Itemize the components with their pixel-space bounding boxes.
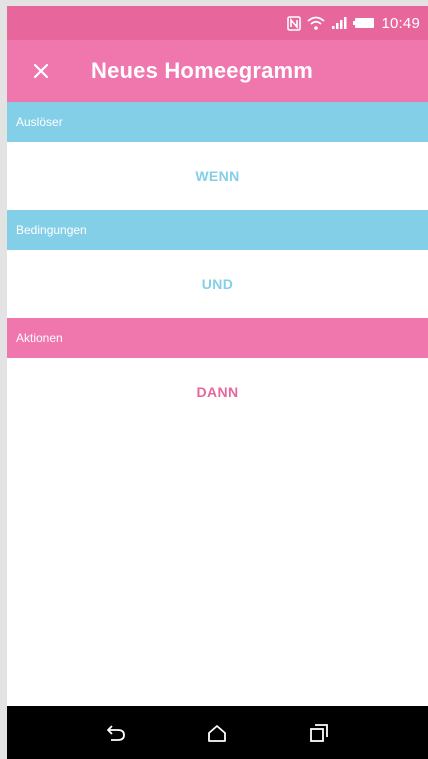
close-button[interactable] [29, 59, 53, 83]
back-icon [106, 724, 125, 741]
back-button[interactable] [96, 713, 136, 753]
add-action-button[interactable]: DANN [7, 358, 428, 427]
section-header-triggers: Auslöser [7, 102, 428, 142]
recents-button[interactable] [299, 713, 339, 753]
wifi-icon [307, 14, 325, 32]
nfc-icon [287, 14, 302, 32]
section-header-conditions: Bedingungen [7, 210, 428, 250]
status-bar: 10:49 [7, 6, 428, 40]
app-bar: Neues Homeegramm [7, 40, 428, 102]
battery-icon [353, 14, 375, 32]
phone-screen: 10:49 Neues Homeegramm Auslöser WENN Bed… [7, 6, 428, 759]
empty-content-area [7, 424, 428, 706]
page-title: Neues Homeegramm [91, 58, 314, 83]
section-header-actions: Aktionen [7, 318, 428, 358]
navigation-bar [7, 706, 428, 759]
close-icon [33, 63, 49, 79]
add-trigger-button[interactable]: WENN [7, 142, 428, 210]
home-button[interactable] [197, 713, 237, 753]
recents-icon [310, 723, 329, 742]
status-time: 10:49 [381, 14, 420, 32]
signal-icon [331, 14, 347, 32]
add-condition-button[interactable]: UND [7, 250, 428, 318]
home-icon [208, 724, 227, 742]
